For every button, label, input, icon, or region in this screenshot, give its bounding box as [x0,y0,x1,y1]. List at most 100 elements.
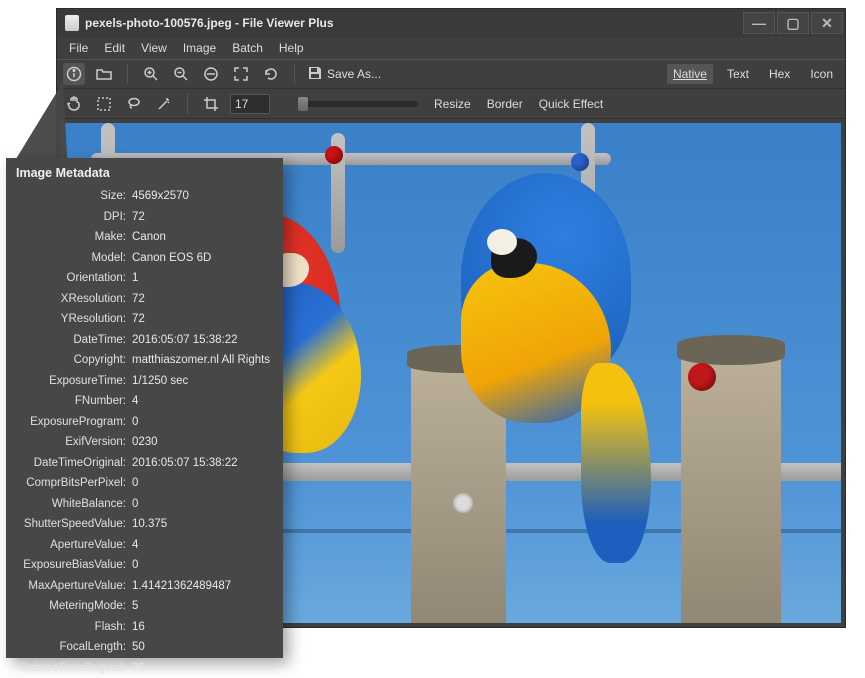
metadata-value: 4 [132,535,273,556]
metadata-key: DateTime: [16,330,132,351]
metadata-row: ExposureTime:1/1250 sec [16,371,273,392]
image-toolbar: 17 Resize Border Quick Effect [57,89,845,119]
metadata-row: Copyright:matthiaszomer.nl All Rights Re… [16,350,273,371]
metadata-key: ComprBitsPerPixel: [16,473,132,494]
metadata-key: ExposureBiasValue: [16,555,132,576]
minimize-button[interactable]: — [743,12,775,34]
document-icon [65,15,79,31]
zoom-slider[interactable] [298,101,418,107]
tab-hex[interactable]: Hex [763,64,796,84]
metadata-value: 0 [132,494,273,515]
metadata-row: XResolution:72 [16,289,273,310]
metadata-value: 0 [132,473,273,494]
zoom-out-button[interactable] [170,63,192,85]
metadata-row: ExifVersion:0230 [16,432,273,453]
metadata-value: Canon [132,227,273,248]
menu-image[interactable]: Image [175,38,224,58]
zoom-value: 17 [235,97,248,111]
border-button[interactable]: Border [487,97,523,111]
menu-batch[interactable]: Batch [224,38,271,58]
metadata-value: 5 [132,596,273,617]
metadata-row: ShutterSpeedValue:10.375 [16,514,273,535]
marquee-button[interactable] [93,93,115,115]
metadata-key: SubsecTimeOriginal: [16,658,132,678]
metadata-value: 2016:05:07 15:38:22 [132,330,273,351]
zoom-reset-button[interactable] [200,63,222,85]
metadata-row: MeteringMode:5 [16,596,273,617]
window-title: pexels-photo-100576.jpeg - File Viewer P… [85,16,334,30]
main-toolbar: Save As... Native Text Hex Icon [57,59,845,89]
metadata-key: Copyright: [16,350,132,371]
tab-native[interactable]: Native [667,64,713,84]
metadata-key: Flash: [16,617,132,638]
metadata-value: 1 [132,268,273,289]
metadata-key: FNumber: [16,391,132,412]
tab-text[interactable]: Text [721,64,755,84]
metadata-panel: Image Metadata Size:4569x2570DPI:72Make:… [6,158,283,658]
metadata-key: MaxApertureValue: [16,576,132,597]
metadata-value: 4 [132,391,273,412]
metadata-row: YResolution:72 [16,309,273,330]
zoom-in-button[interactable] [140,63,162,85]
tab-icon[interactable]: Icon [804,64,839,84]
slider-thumb[interactable] [298,97,308,111]
metadata-value: 0 [132,412,273,433]
lasso-button[interactable] [123,93,145,115]
metadata-value: 4569x2570 [132,186,273,207]
metadata-value: matthiaszomer.nl All Rights Res [132,350,273,371]
metadata-key: FocalLength: [16,637,132,658]
metadata-value: 0 [132,555,273,576]
wand-button[interactable] [153,93,175,115]
metadata-key: MeteringMode: [16,596,132,617]
resize-button[interactable]: Resize [434,97,471,111]
metadata-row: SubsecTimeOriginal:96 [16,658,273,678]
metadata-key: DPI: [16,207,132,228]
metadata-row: Size:4569x2570 [16,186,273,207]
metadata-key: ExposureProgram: [16,412,132,433]
menu-file[interactable]: File [61,38,96,58]
save-as-button[interactable]: Save As... [307,65,381,84]
maximize-button[interactable]: ▢ [777,12,809,34]
metadata-value: 10.375 [132,514,273,535]
metadata-key: DateTimeOriginal: [16,453,132,474]
metadata-row: Flash:16 [16,617,273,638]
menu-view[interactable]: View [133,38,175,58]
metadata-key: Model: [16,248,132,269]
metadata-row: ComprBitsPerPixel:0 [16,473,273,494]
metadata-key: ExposureTime: [16,371,132,392]
metadata-key: XResolution: [16,289,132,310]
metadata-row: Orientation:1 [16,268,273,289]
crop-button[interactable] [200,93,222,115]
metadata-row: Model:Canon EOS 6D [16,248,273,269]
metadata-value: 16 [132,617,273,638]
metadata-key: Make: [16,227,132,248]
metadata-row: DateTimeOriginal:2016:05:07 15:38:22 [16,453,273,474]
metadata-value: 72 [132,207,273,228]
titlebar: pexels-photo-100576.jpeg - File Viewer P… [57,9,845,37]
metadata-key: ShutterSpeedValue: [16,514,132,535]
metadata-value: 96 [132,658,273,678]
menu-help[interactable]: Help [271,38,312,58]
save-icon [307,65,323,84]
toolbar-divider [294,64,295,84]
metadata-row: Make:Canon [16,227,273,248]
metadata-value: 72 [132,289,273,310]
quick-effect-button[interactable]: Quick Effect [539,97,603,111]
metadata-row: MaxApertureValue:1.41421362489487 [16,576,273,597]
open-folder-button[interactable] [93,63,115,85]
metadata-key: ApertureValue: [16,535,132,556]
metadata-key: WhiteBalance: [16,494,132,515]
toolbar-divider [127,64,128,84]
metadata-value: 50 [132,637,273,658]
fullscreen-button[interactable] [230,63,252,85]
metadata-value: 1.41421362489487 [132,576,273,597]
refresh-button[interactable] [260,63,282,85]
close-button[interactable]: ✕ [811,12,843,34]
menu-edit[interactable]: Edit [96,38,133,58]
metadata-key: ExifVersion: [16,432,132,453]
metadata-row: WhiteBalance:0 [16,494,273,515]
metadata-list: Size:4569x2570DPI:72Make:CanonModel:Cano… [16,186,273,678]
metadata-value: Canon EOS 6D [132,248,273,269]
metadata-row: FocalLength:50 [16,637,273,658]
zoom-value-input[interactable]: 17 [230,94,270,114]
